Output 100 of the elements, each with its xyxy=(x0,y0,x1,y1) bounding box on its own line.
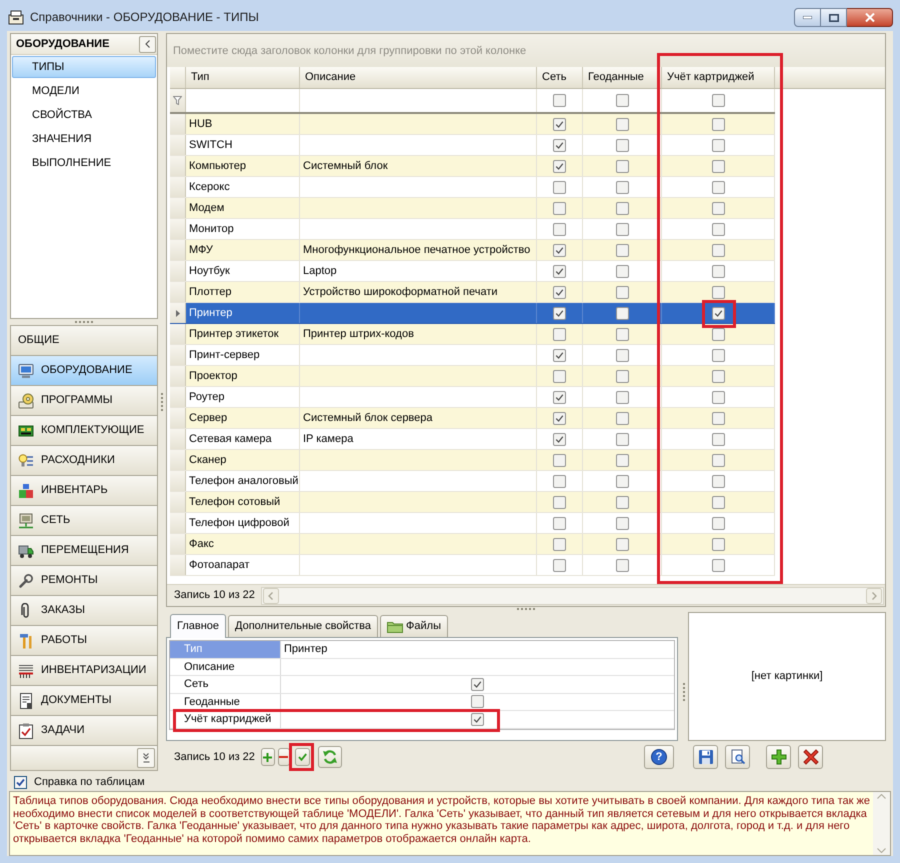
scroll-down-icon[interactable] xyxy=(877,848,886,853)
checkbox[interactable] xyxy=(712,222,724,236)
checkbox[interactable] xyxy=(616,94,628,107)
checkbox[interactable] xyxy=(471,712,484,726)
checkbox[interactable] xyxy=(712,370,724,382)
nav-group-button[interactable]: СЕТЬ xyxy=(10,506,158,536)
table-row[interactable]: Проектор xyxy=(170,366,775,387)
checkbox[interactable] xyxy=(712,516,724,530)
vertical-scrollbar[interactable] xyxy=(873,792,890,855)
nav-group-button[interactable]: ПЕРЕМЕЩЕНИЯ xyxy=(10,536,158,566)
checkbox[interactable] xyxy=(616,286,628,298)
nav-group-button[interactable]: ОБОРУДОВАНИЕ xyxy=(10,356,158,386)
checkbox[interactable] xyxy=(616,118,628,130)
property-value[interactable]: Принтер xyxy=(281,641,674,658)
checkbox[interactable] xyxy=(616,264,628,278)
checkbox[interactable] xyxy=(712,474,724,488)
table-row[interactable]: Сервер Системный блок сервера xyxy=(170,408,775,429)
checkbox[interactable] xyxy=(616,432,628,446)
checkbox[interactable] xyxy=(712,138,724,152)
refresh-button[interactable] xyxy=(318,746,342,768)
checkbox[interactable] xyxy=(712,264,724,278)
checkbox[interactable] xyxy=(616,328,628,340)
table-row[interactable]: Принт-сервер xyxy=(170,345,775,366)
checkbox[interactable] xyxy=(616,474,628,488)
checkbox[interactable] xyxy=(553,454,566,466)
checkbox[interactable] xyxy=(712,160,724,172)
nav-group-button[interactable]: ПРОГРАММЫ xyxy=(10,386,158,416)
checkbox[interactable] xyxy=(712,94,724,107)
checkbox[interactable] xyxy=(471,695,484,708)
checkbox[interactable] xyxy=(553,202,566,214)
checkbox[interactable] xyxy=(553,496,566,508)
checkbox[interactable] xyxy=(616,202,628,214)
table-row[interactable]: Факс xyxy=(170,534,775,555)
checkbox[interactable] xyxy=(553,348,566,362)
checkbox[interactable] xyxy=(553,244,566,256)
nav-group-button[interactable]: РАБОТЫ xyxy=(10,626,158,656)
checkbox[interactable] xyxy=(471,678,484,691)
preview-button[interactable] xyxy=(725,745,750,769)
checkbox[interactable] xyxy=(712,306,724,320)
checkbox[interactable] xyxy=(616,496,628,508)
checkbox[interactable] xyxy=(712,244,724,256)
delete-button[interactable] xyxy=(798,745,823,769)
column-header[interactable]: Тип xyxy=(186,67,300,88)
checkbox[interactable] xyxy=(553,180,566,194)
table-row[interactable]: Ноутбук Laptop xyxy=(170,261,775,282)
apply-button[interactable] xyxy=(294,748,310,766)
nav-group-button[interactable]: РЕМОНТЫ xyxy=(10,566,158,596)
checkbox[interactable] xyxy=(712,538,724,550)
checkbox[interactable] xyxy=(712,286,724,298)
column-header[interactable]: Учёт картриджей xyxy=(662,67,775,88)
add-button[interactable] xyxy=(260,748,275,766)
checkbox[interactable] xyxy=(712,454,724,466)
remove-button[interactable] xyxy=(278,748,290,766)
scroll-up-icon[interactable] xyxy=(877,794,886,799)
scroll-right-icon[interactable] xyxy=(866,588,882,604)
checkbox[interactable] xyxy=(553,516,566,530)
checkbox[interactable] xyxy=(553,558,566,572)
nav-group-button[interactable]: ЗАДАЧИ xyxy=(10,716,158,746)
table-row[interactable]: Плоттер Устройство широкоформатной печати xyxy=(170,282,775,303)
nav-group-button[interactable]: ЗАКАЗЫ xyxy=(10,596,158,626)
checkbox[interactable] xyxy=(616,516,628,530)
tab[interactable]: Главное xyxy=(170,614,226,638)
table-row[interactable]: Фотоапарат xyxy=(170,555,775,576)
checkbox[interactable] xyxy=(712,118,724,130)
table-row[interactable]: Ксерокс xyxy=(170,177,775,198)
table-row[interactable]: Телефон сотовый xyxy=(170,492,775,513)
nav-group-button[interactable]: ИНВЕНТАРИЗАЦИИ xyxy=(10,656,158,686)
horizontal-scrollbar[interactable] xyxy=(261,586,884,604)
nav-group-button[interactable]: КОМПЛЕКТУЮЩИЕ xyxy=(10,416,158,446)
checkbox[interactable] xyxy=(712,432,724,446)
checkbox[interactable] xyxy=(712,496,724,508)
table-row[interactable]: Модем xyxy=(170,198,775,219)
column-header[interactable]: Геоданные xyxy=(583,67,662,88)
checkbox[interactable] xyxy=(712,180,724,194)
checkbox[interactable] xyxy=(553,328,566,340)
table-row[interactable]: HUB xyxy=(170,114,775,135)
image-field[interactable]: [нет картинки] xyxy=(688,612,886,741)
checkbox[interactable] xyxy=(616,160,628,172)
nav-group-button[interactable]: ОБЩИЕ xyxy=(10,326,158,356)
table-row[interactable]: Телефон аналоговый xyxy=(170,471,775,492)
table-row[interactable]: Сетевая камера IP камера xyxy=(170,429,775,450)
table-row[interactable]: Принтер этикеток Принтер штрих-кодов xyxy=(170,324,775,345)
add-button[interactable] xyxy=(766,745,791,769)
checkbox[interactable] xyxy=(616,370,628,382)
nav-group-button[interactable]: РАСХОДНИКИ xyxy=(10,446,158,476)
checkbox[interactable] xyxy=(616,306,628,320)
table-row[interactable]: Монитор xyxy=(170,219,775,240)
checkbox[interactable] xyxy=(553,370,566,382)
checkbox[interactable] xyxy=(553,306,566,320)
checkbox[interactable] xyxy=(616,412,628,424)
checkbox[interactable] xyxy=(712,412,724,424)
checkbox[interactable] xyxy=(14,776,27,788)
checkbox[interactable] xyxy=(616,390,628,404)
tab[interactable]: Файлы xyxy=(380,615,448,637)
nav-group-button[interactable]: ДОКУМЕНТЫ xyxy=(10,686,158,716)
checkbox[interactable] xyxy=(616,222,628,236)
table-row[interactable]: МФУ Многофункциональное печатное устройство xyxy=(170,240,775,261)
checkbox[interactable] xyxy=(553,412,566,424)
table-row[interactable]: Роутер xyxy=(170,387,775,408)
checkbox[interactable] xyxy=(616,138,628,152)
